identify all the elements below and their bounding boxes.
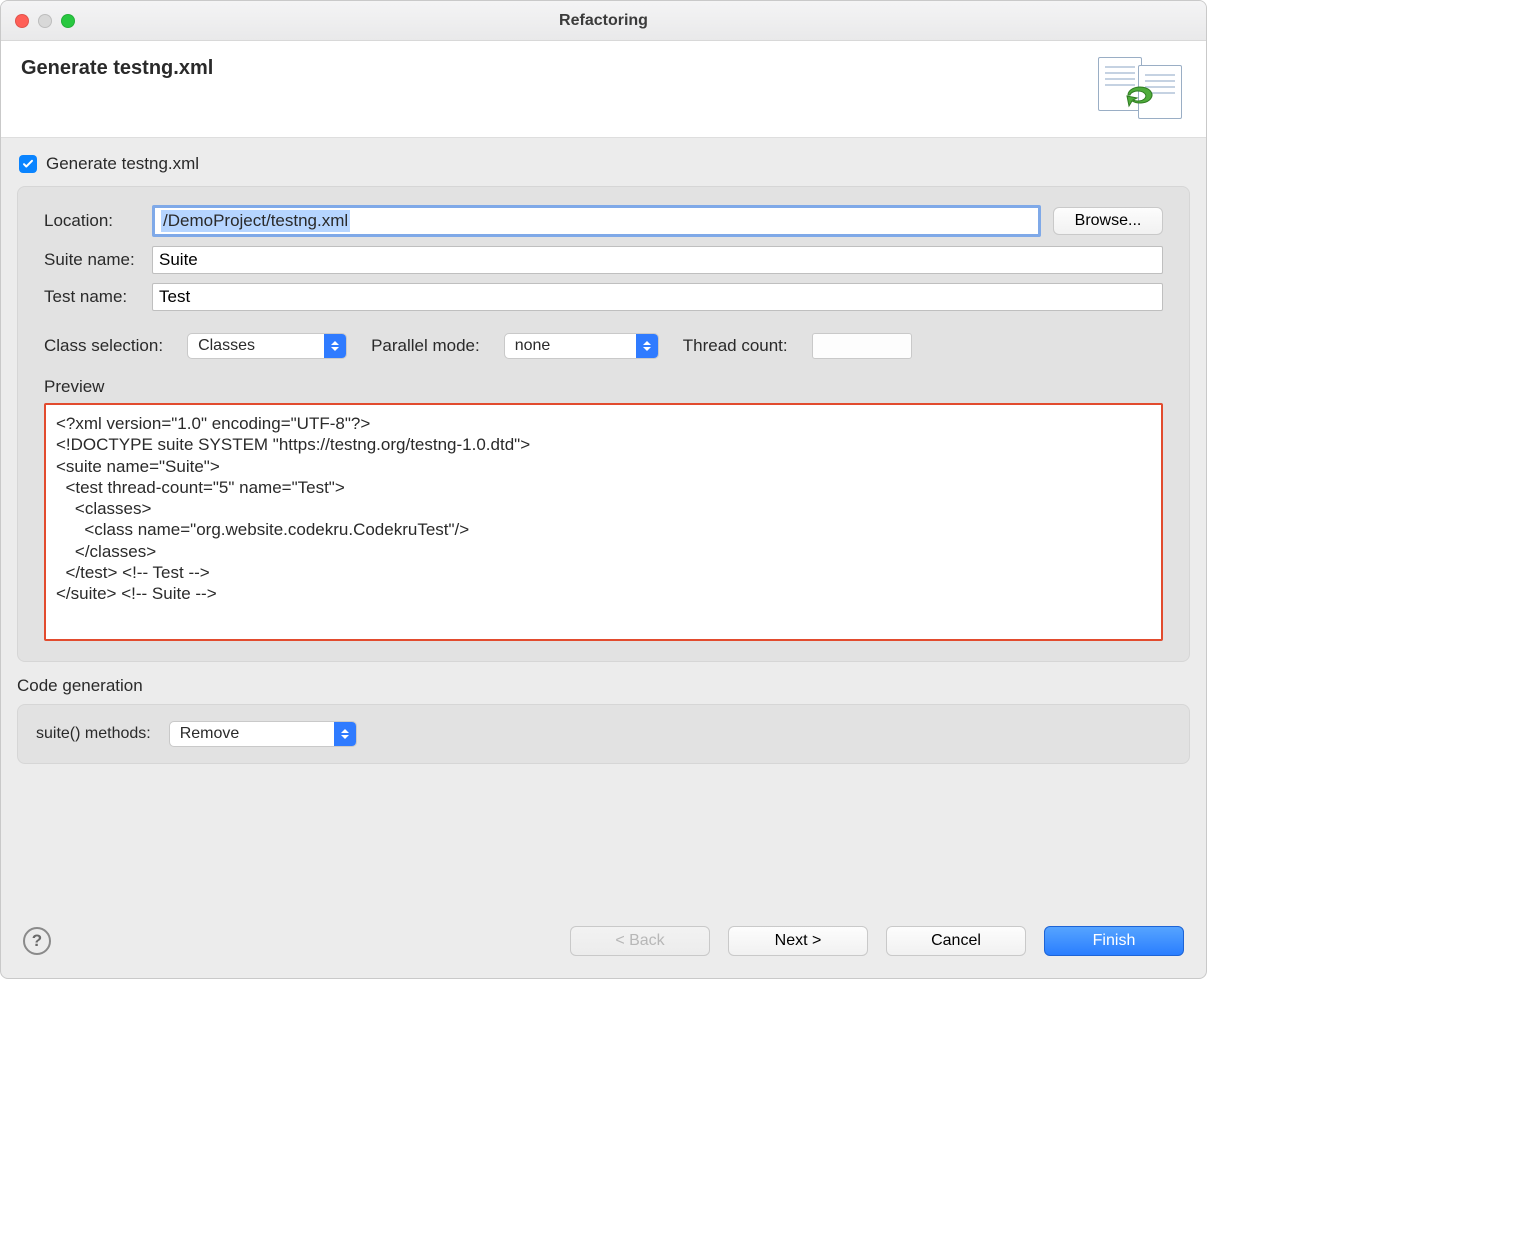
next-button[interactable]: Next >	[728, 926, 868, 956]
code-generation-panel: suite() methods: Remove	[17, 704, 1190, 764]
browse-button[interactable]: Browse...	[1053, 207, 1163, 235]
refactor-icon	[1098, 57, 1186, 119]
generate-testng-checkbox-label: Generate testng.xml	[46, 154, 199, 174]
chevron-updown-icon	[324, 334, 346, 358]
parallel-mode-select[interactable]: none	[504, 333, 659, 359]
chevron-updown-icon	[636, 334, 658, 358]
generate-settings-panel: Location: /DemoProject/testng.xml Browse…	[17, 186, 1190, 662]
back-button: < Back	[570, 926, 710, 956]
cancel-button[interactable]: Cancel	[886, 926, 1026, 956]
page-title: Generate testng.xml	[21, 57, 213, 80]
minimize-icon[interactable]	[38, 14, 52, 28]
suite-methods-label: suite() methods:	[36, 725, 151, 743]
generate-testng-checkbox-row: Generate testng.xml	[17, 138, 1190, 186]
preview-label: Preview	[44, 377, 1163, 397]
suite-name-input[interactable]	[152, 246, 1163, 274]
location-label: Location:	[44, 211, 152, 231]
thread-count-label: Thread count:	[683, 336, 788, 356]
window-title: Refactoring	[559, 12, 648, 30]
class-selection-label: Class selection:	[44, 336, 163, 356]
generate-testng-checkbox[interactable]	[19, 155, 37, 173]
location-input[interactable]: /DemoProject/testng.xml	[152, 205, 1041, 237]
parallel-mode-value: none	[505, 337, 636, 355]
test-name-label: Test name:	[44, 287, 152, 307]
suite-methods-value: Remove	[170, 725, 334, 743]
preview-textarea[interactable]: <?xml version="1.0" encoding="UTF-8"?> <…	[44, 403, 1163, 641]
refactoring-dialog: Refactoring Generate testng.xml Generate…	[0, 0, 1207, 979]
zoom-icon[interactable]	[61, 14, 75, 28]
parallel-mode-label: Parallel mode:	[371, 336, 480, 356]
suite-methods-select[interactable]: Remove	[169, 721, 357, 747]
suite-name-label: Suite name:	[44, 250, 152, 270]
code-generation-label: Code generation	[17, 676, 1190, 696]
test-name-input[interactable]	[152, 283, 1163, 311]
chevron-updown-icon	[334, 722, 356, 746]
dialog-footer: ? < Back Next > Cancel Finish	[1, 912, 1206, 978]
dialog-header: Generate testng.xml	[1, 41, 1206, 138]
class-selection-value: Classes	[188, 337, 324, 355]
window-controls	[15, 14, 75, 28]
class-selection-select[interactable]: Classes	[187, 333, 347, 359]
help-icon[interactable]: ?	[23, 927, 51, 955]
finish-button[interactable]: Finish	[1044, 926, 1184, 956]
location-value: /DemoProject/testng.xml	[161, 210, 350, 232]
titlebar: Refactoring	[1, 1, 1206, 41]
thread-count-input[interactable]	[812, 333, 912, 359]
close-icon[interactable]	[15, 14, 29, 28]
